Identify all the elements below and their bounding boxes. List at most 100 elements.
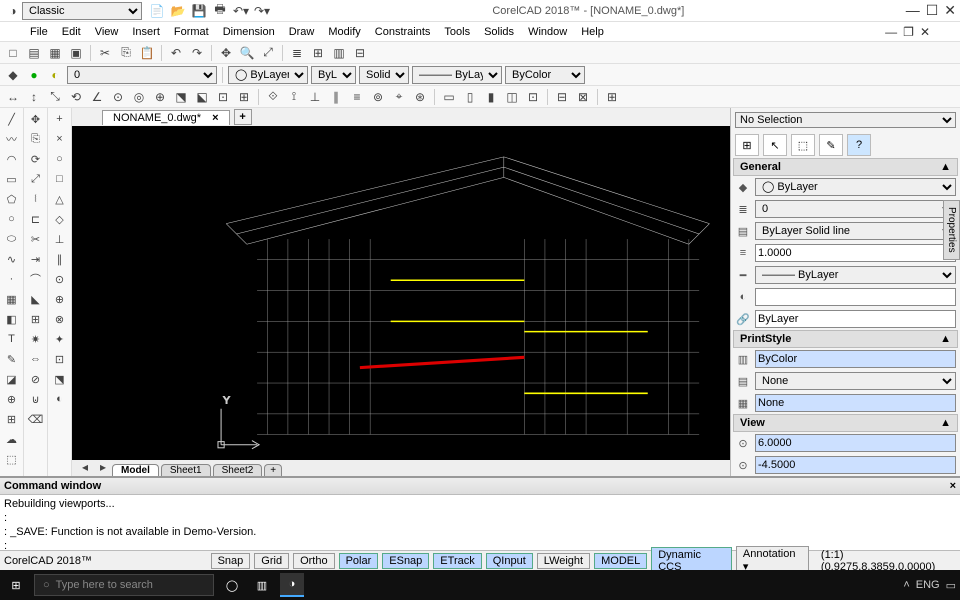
sn11-icon[interactable]: ⊗ bbox=[50, 310, 70, 328]
arc-icon[interactable]: ◠ bbox=[2, 150, 22, 168]
rp-icon4[interactable]: ✎ bbox=[819, 134, 843, 156]
dim6-icon[interactable]: ⊙ bbox=[109, 88, 127, 106]
break-icon[interactable]: ⊘ bbox=[26, 370, 46, 388]
zoom-ext-icon[interactable]: ⤢ bbox=[259, 44, 277, 62]
print-icon[interactable]: 🖶 bbox=[211, 2, 229, 20]
redo-icon[interactable]: ↷▾ bbox=[253, 2, 271, 20]
tray-action-icon[interactable]: ▭ bbox=[946, 579, 956, 592]
new-icon[interactable]: 📄 bbox=[148, 2, 166, 20]
c4-icon[interactable]: ∥ bbox=[327, 88, 345, 106]
view-val1-input[interactable] bbox=[755, 434, 956, 452]
menu-file[interactable]: File bbox=[30, 26, 48, 38]
menu-format[interactable]: Format bbox=[174, 26, 209, 38]
c2-icon[interactable]: ⟟ bbox=[285, 88, 303, 106]
offset-icon[interactable]: ⊏ bbox=[26, 210, 46, 228]
mirror-icon[interactable]: ⧙ bbox=[26, 190, 46, 208]
menu-solids[interactable]: Solids bbox=[484, 26, 514, 38]
save-icon[interactable]: 💾 bbox=[190, 2, 208, 20]
sb-grid[interactable]: Grid bbox=[254, 553, 289, 569]
undo-icon[interactable]: ↶▾ bbox=[232, 2, 250, 20]
rotate-icon[interactable]: ⟳ bbox=[26, 150, 46, 168]
hatch-icon[interactable]: ▦ bbox=[2, 290, 22, 308]
rp-help-icon[interactable]: ? bbox=[847, 134, 871, 156]
menu-edit[interactable]: Edit bbox=[62, 26, 81, 38]
sn8-icon[interactable]: ∥ bbox=[50, 250, 70, 268]
props-icon[interactable]: ⊞ bbox=[309, 44, 327, 62]
sn1-icon[interactable]: + bbox=[50, 110, 70, 128]
general-scale-input[interactable] bbox=[755, 244, 956, 262]
linetype-select[interactable]: Solid line bbox=[359, 66, 409, 84]
s2-icon[interactable]: ▯ bbox=[461, 88, 479, 106]
save-doc-icon[interactable]: ▦ bbox=[46, 44, 64, 62]
s4-icon[interactable]: ◫ bbox=[503, 88, 521, 106]
properties-tab[interactable]: Properties bbox=[943, 200, 960, 260]
sn6-icon[interactable]: ◇ bbox=[50, 210, 70, 228]
layer-mgr-icon[interactable]: ◆ bbox=[4, 66, 22, 84]
s5-icon[interactable]: ⊡ bbox=[524, 88, 542, 106]
view-val2-input[interactable] bbox=[755, 456, 956, 474]
explode-icon[interactable]: ✷ bbox=[26, 330, 46, 348]
sn2-icon[interactable]: × bbox=[50, 130, 70, 148]
mdi-restore-button[interactable]: ❐ bbox=[903, 25, 914, 39]
s7-icon[interactable]: ⊠ bbox=[574, 88, 592, 106]
app-taskbar-icon[interactable]: ◑ bbox=[280, 573, 304, 597]
menu-tools[interactable]: Tools bbox=[444, 26, 470, 38]
section-printstyle[interactable]: PrintStyle▲ bbox=[733, 330, 958, 348]
pline-icon[interactable]: 〰 bbox=[2, 130, 22, 148]
cloud-icon[interactable]: ☁ bbox=[2, 430, 22, 448]
line-icon[interactable]: ╱ bbox=[2, 110, 22, 128]
tab-sheet1[interactable]: Sheet1 bbox=[161, 464, 211, 476]
cortana-icon[interactable]: ◯ bbox=[220, 573, 244, 597]
text-icon[interactable]: T bbox=[2, 330, 22, 348]
menu-help[interactable]: Help bbox=[581, 26, 604, 38]
color-select[interactable]: ◯ ByLayer bbox=[228, 66, 308, 84]
layers-icon[interactable]: ≣ bbox=[288, 44, 306, 62]
extend-icon[interactable]: ⇥ bbox=[26, 250, 46, 268]
general-zero-select[interactable]: 0 bbox=[755, 200, 956, 218]
palette-icon[interactable]: ▥ bbox=[330, 44, 348, 62]
insert-icon[interactable]: ⊕ bbox=[2, 390, 22, 408]
sn7-icon[interactable]: ⊥ bbox=[50, 230, 70, 248]
sb-ortho[interactable]: Ortho bbox=[293, 553, 335, 569]
sb-qinput[interactable]: QInput bbox=[486, 553, 533, 569]
ellipse-icon[interactable]: ⬭ bbox=[2, 230, 22, 248]
sn12-icon[interactable]: ✦ bbox=[50, 330, 70, 348]
spline-icon[interactable]: ∿ bbox=[2, 250, 22, 268]
tray-up-icon[interactable]: ˄ bbox=[903, 579, 909, 591]
tray-lang[interactable]: ENG bbox=[916, 579, 940, 591]
dim10-icon[interactable]: ⬕ bbox=[193, 88, 211, 106]
lineweight-select[interactable]: ——— ByLayerByLayer bbox=[412, 66, 502, 84]
dim11-icon[interactable]: ⊡ bbox=[214, 88, 232, 106]
section-view[interactable]: View▲ bbox=[733, 414, 958, 432]
menu-view[interactable]: View bbox=[95, 26, 119, 38]
sb-model[interactable]: MODEL bbox=[594, 553, 647, 569]
c5-icon[interactable]: ≡ bbox=[348, 88, 366, 106]
ps-none2-input[interactable] bbox=[755, 394, 956, 412]
copy2-icon[interactable]: ⎘ bbox=[26, 130, 46, 148]
sn13-icon[interactable]: ⊡ bbox=[50, 350, 70, 368]
block-icon[interactable]: ◪ bbox=[2, 370, 22, 388]
general-empty-input[interactable] bbox=[755, 288, 956, 306]
sn9-icon[interactable]: ⊙ bbox=[50, 270, 70, 288]
tab-nav-left-icon[interactable]: ◂ bbox=[76, 458, 94, 476]
pan-icon[interactable]: ✥ bbox=[217, 44, 235, 62]
sb-lweight[interactable]: LWeight bbox=[537, 553, 590, 569]
note-icon[interactable]: ✎ bbox=[2, 350, 22, 368]
table-icon[interactable]: ⊞ bbox=[2, 410, 22, 428]
wipe-icon[interactable]: ⬚ bbox=[2, 450, 22, 468]
menu-constraints[interactable]: Constraints bbox=[375, 26, 431, 38]
sb-snap[interactable]: Snap bbox=[211, 553, 251, 569]
tab-sheet2[interactable]: Sheet2 bbox=[213, 464, 263, 476]
new-tab-button[interactable]: + bbox=[234, 109, 252, 125]
tab-add[interactable]: + bbox=[264, 464, 282, 476]
general-lineweight-select[interactable]: ——— ByLayer bbox=[755, 266, 956, 284]
c8-icon[interactable]: ⊛ bbox=[411, 88, 429, 106]
s3-icon[interactable]: ▮ bbox=[482, 88, 500, 106]
open-icon[interactable]: 📂 bbox=[169, 2, 187, 20]
start-button[interactable]: ⊞ bbox=[4, 573, 28, 597]
bylayer2-select[interactable]: ByLayer bbox=[311, 66, 356, 84]
menu-modify[interactable]: Modify bbox=[328, 26, 360, 38]
point-icon[interactable]: · bbox=[2, 270, 22, 288]
sn10-icon[interactable]: ⊕ bbox=[50, 290, 70, 308]
paste-icon[interactable]: 📋 bbox=[138, 44, 156, 62]
